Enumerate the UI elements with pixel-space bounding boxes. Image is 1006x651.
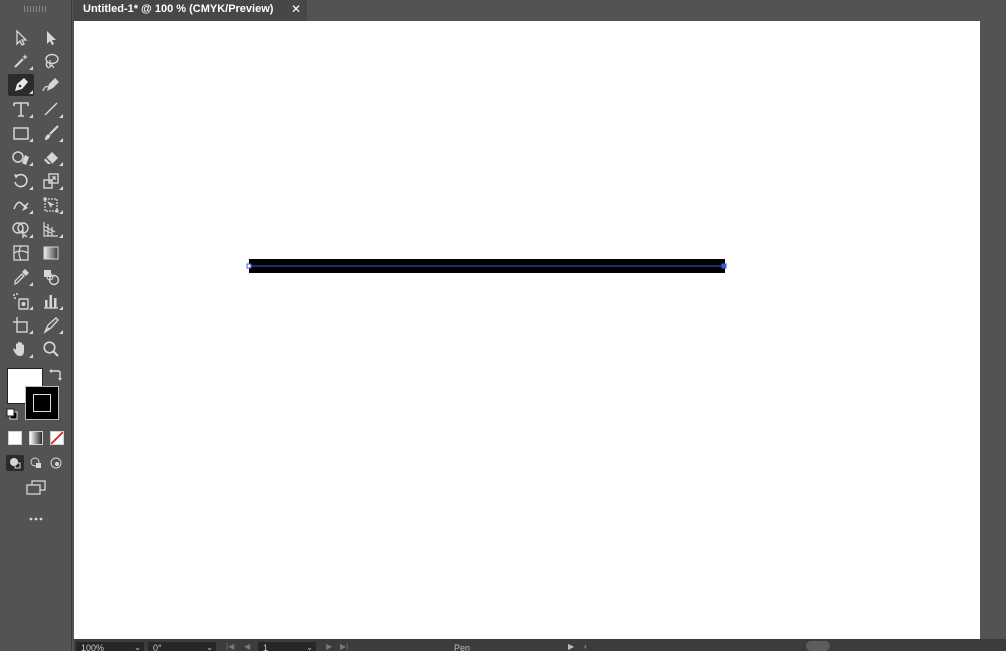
perspective-grid-tool[interactable] [38,218,64,240]
shaper-tool[interactable] [8,146,34,168]
line-segment-tool-icon [44,102,58,116]
type-tool[interactable] [8,98,34,120]
draw-inside-icon [50,457,62,469]
last-artboard-icon[interactable]: ▶| [340,642,348,651]
hand-tool-icon [13,341,24,356]
draw-inside-button[interactable] [47,455,65,471]
artboard-number-value: 1 [263,643,269,651]
chevron-down-icon: ⌄ [206,643,213,651]
magic-wand-tool-icon [14,54,28,68]
draw-behind-button[interactable] [27,455,45,471]
perspective-grid-tool-icon [43,222,58,237]
rotate-tool[interactable] [8,170,34,192]
blend-tool-icon [44,270,60,286]
gradient-tool-icon [43,246,59,260]
rectangle-tool-icon [13,127,29,140]
eyedropper-tool-icon [14,269,29,286]
draw-behind-icon [30,457,41,468]
draw-normal-icon [10,458,21,469]
color-mode-button[interactable] [8,431,22,445]
free-transform-tool[interactable] [38,194,64,216]
symbol-sprayer-tool[interactable] [8,290,34,312]
curvature-tool-icon [42,78,59,92]
eraser-tool-icon [44,152,58,165]
status-menu-icon[interactable]: ▶ [568,642,574,651]
mesh-tool[interactable] [8,242,34,264]
first-artboard-icon[interactable]: |◀ [226,642,234,651]
tools-panel [0,0,72,651]
default-fill-stroke-icon[interactable] [6,408,18,420]
warp-tool-icon [13,201,29,211]
mesh-tool-icon [13,245,29,261]
pen-tool[interactable] [8,74,34,96]
line-segment-tool[interactable] [38,98,64,120]
shape-builder-tool[interactable] [8,218,34,240]
artboard-canvas[interactable] [74,21,980,639]
document-tab[interactable]: Untitled-1* @ 100 % (CMYK/Preview) ✕ [73,0,307,21]
screen-mode-icon[interactable] [24,479,48,497]
gradient-mode-button[interactable] [29,431,43,445]
vertical-scroll-area[interactable] [980,21,1006,639]
selected-path[interactable] [74,21,980,639]
none-mode-button[interactable] [50,431,64,445]
rotate-tool-icon [14,173,28,188]
curvature-tool[interactable] [38,74,64,96]
horizontal-scrollbar-thumb[interactable] [806,641,830,651]
selection-tool-icon [16,29,28,46]
lasso-tool-icon [45,53,59,69]
artboard-tool[interactable] [8,314,34,336]
blend-tool[interactable] [38,266,64,288]
artboard-tool-icon [13,317,28,333]
free-transform-tool-icon [43,197,59,213]
paintbrush-tool[interactable] [38,122,64,144]
zoom-tool-icon [43,341,59,357]
rotation-value: 0° [153,643,162,651]
scroll-left-icon[interactable]: ‹ [584,642,587,651]
previous-artboard-icon[interactable]: ◀ [244,642,250,651]
status-bar: 100% ⌄ 0° ⌄ |◀ ◀ 1 ⌄ ▶ ▶| Pen ▶ ‹ [74,639,1006,651]
column-graph-tool[interactable] [38,290,64,312]
artboard-number-field[interactable]: 1 ⌄ [258,642,316,651]
panel-grip[interactable] [24,6,46,12]
symbol-sprayer-tool-icon [13,293,29,310]
swap-fill-stroke-icon[interactable] [48,368,62,382]
shaper-tool-icon [12,151,29,165]
gradient-tool[interactable] [38,242,64,264]
current-tool-label: Pen [454,643,471,651]
close-icon[interactable]: ✕ [291,1,301,18]
next-artboard-icon[interactable]: ▶ [326,642,332,651]
document-tab-title: Untitled-1* @ 100 % (CMYK/Preview) [83,3,274,15]
chevron-down-icon: ⌄ [306,643,313,651]
anchor-point-start[interactable] [246,263,252,269]
zoom-level-field[interactable]: 100% ⌄ [76,642,144,651]
eraser-tool[interactable] [38,146,64,168]
type-tool-icon [13,102,29,117]
zoom-level-value: 100% [81,643,105,651]
slice-tool-icon [43,317,59,334]
direct-selection-tool-icon [47,31,56,45]
scale-tool-icon [43,173,59,189]
anchor-point-end[interactable] [721,263,727,269]
stroke-swatch[interactable] [25,386,59,420]
direct-selection-tool[interactable] [38,27,64,49]
hand-tool[interactable] [8,338,34,360]
slice-tool[interactable] [38,314,64,336]
draw-normal-button[interactable] [6,455,24,471]
zoom-tool[interactable] [38,338,64,360]
magic-wand-tool[interactable] [8,50,34,72]
chevron-down-icon: ⌄ [134,643,141,651]
paintbrush-tool-icon [45,125,59,140]
rectangle-tool[interactable] [8,122,34,144]
selection-tool[interactable] [8,27,34,49]
rotation-field[interactable]: 0° ⌄ [148,642,216,651]
warp-tool[interactable] [8,194,34,216]
column-graph-tool-icon [44,295,58,309]
lasso-tool[interactable] [38,50,64,72]
scale-tool[interactable] [38,170,64,192]
edit-toolbar-more-icon[interactable] [24,514,48,524]
pen-tool-icon [15,78,28,91]
eyedropper-tool[interactable] [8,266,34,288]
tab-strip [307,0,1006,21]
shape-builder-tool-icon [12,222,29,239]
